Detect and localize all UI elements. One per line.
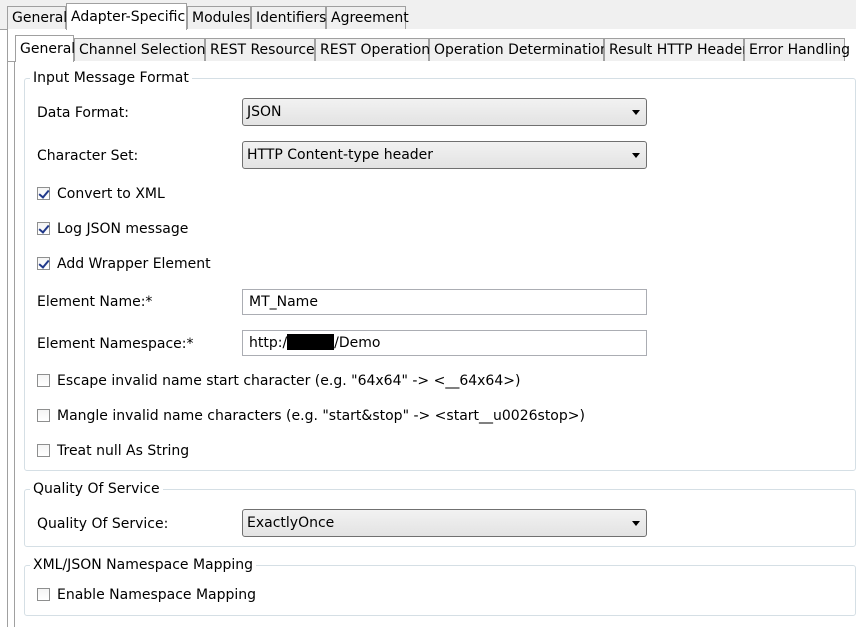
quality-of-service-label: Quality Of Service: [37,516,169,532]
element-name-input[interactable]: MT_Name [242,289,647,315]
enable-namespace-mapping-label: Enable Namespace Mapping [57,587,257,603]
mangle-invalid-checkbox[interactable] [37,409,50,422]
subtab-rest-resources[interactable]: REST Resources [205,38,322,62]
element-namespace-label: Element Namespace:* [37,336,194,352]
input-message-format-title: Input Message Format [30,69,192,87]
subtab-rest-operation[interactable]: REST Operation [315,38,430,62]
dropdown-arrow-icon [632,521,640,526]
character-set-value: HTTP Content-type header [247,147,434,163]
namespace-mapping-title: XML/JSON Namespace Mapping [30,556,257,574]
tab-general[interactable]: General [7,6,67,30]
enable-namespace-mapping-checkbox[interactable] [37,588,50,601]
character-set-label: Character Set: [37,148,139,164]
escape-invalid-checkbox[interactable] [37,374,50,387]
quality-of-service-select[interactable]: ExactlyOnce [242,509,647,537]
top-tab-strip: General Adapter-Specific Modules Identif… [0,0,856,30]
tab-modules[interactable]: Modules [187,6,251,30]
data-format-label: Data Format: [37,105,129,121]
treat-null-label: Treat null As String [57,443,190,459]
treat-null-checkbox[interactable] [37,444,50,457]
escape-invalid-label: Escape invalid name start character (e.g… [57,373,521,389]
add-wrapper-checkbox[interactable] [37,257,50,270]
convert-to-xml-checkbox[interactable] [37,187,50,200]
data-format-select[interactable]: JSON [242,98,647,126]
subtab-channel-selection[interactable]: Channel Selection [74,38,205,62]
subtab-general[interactable]: General [15,35,75,62]
sub-tab-strip: General Channel Selection REST Resources… [7,32,856,62]
convert-to-xml-label: Convert to XML [57,186,165,202]
mangle-invalid-label: Mangle invalid name characters (e.g. "st… [57,408,585,424]
quality-of-service-title: Quality Of Service [30,480,163,498]
dropdown-arrow-icon [632,110,640,115]
subtab-operation-determination[interactable]: Operation Determination [429,38,609,62]
tab-adapter-specific[interactable]: Adapter-Specific [66,3,187,30]
redaction-block [287,334,335,350]
element-namespace-suffix: /Demo [334,335,381,351]
element-namespace-prefix: http:/ [249,335,288,351]
subtab-error-handling[interactable]: Error Handling [744,38,850,62]
log-json-label: Log JSON message [57,221,189,237]
subtab-result-http-header[interactable]: Result HTTP Header [604,38,748,62]
tab-agreement[interactable]: Agreement [326,6,409,30]
add-wrapper-label: Add Wrapper Element [57,256,211,272]
log-json-checkbox[interactable] [37,222,50,235]
element-name-label: Element Name:* [37,294,153,310]
quality-of-service-value: ExactlyOnce [247,515,335,531]
character-set-select[interactable]: HTTP Content-type header [242,141,647,169]
tab-identifiers[interactable]: Identifiers [251,6,326,30]
element-namespace-input[interactable]: http:/ /Demo [242,330,647,356]
dropdown-arrow-icon [632,153,640,158]
data-format-value: JSON [247,104,282,120]
